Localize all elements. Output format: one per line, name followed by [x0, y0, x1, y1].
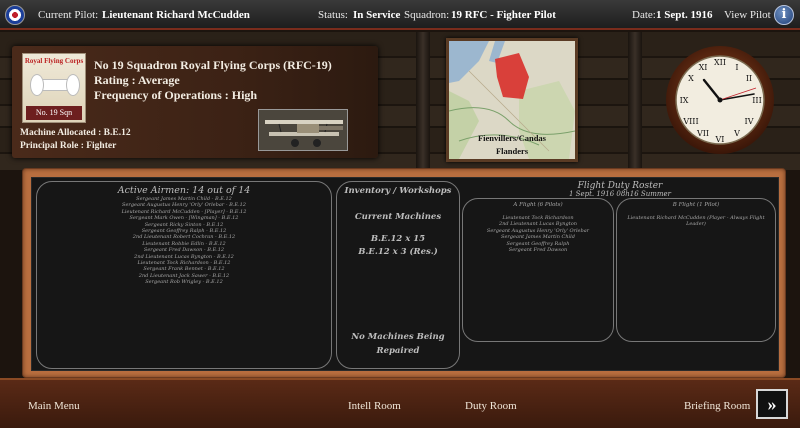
principal-role: Principal Role : Fighter — [20, 141, 117, 151]
svg-text:X: X — [688, 74, 694, 83]
reserve-machine-count: B.E.12 x 3 (Res.) — [358, 247, 438, 257]
current-pilot-name: Lieutenant Richard McCudden — [102, 9, 250, 21]
machine-count: B.E.12 x 15 — [370, 234, 426, 244]
operations-board: Active Airmen: 14 out of 14 Sergeant Jam… — [22, 168, 786, 378]
next-arrow-icon[interactable]: » — [756, 389, 788, 419]
duty-room-button[interactable]: Duty Room — [465, 400, 517, 412]
main-menu-button[interactable]: Main Menu — [28, 400, 80, 412]
squadron-value: 19 RFC - Fighter Pilot — [451, 9, 556, 21]
svg-text:IX: IX — [680, 96, 689, 105]
squadron-name: No 19 Squadron Royal Flying Corps (RFC-1… — [94, 58, 332, 72]
squadron-badge: Royal Flying Corps No. 19 Sqn — [22, 53, 86, 123]
a-flight-panel: A Flight (6 Pilots) Lieutenant Tock Rich… — [462, 198, 614, 342]
intell-room-button[interactable]: Intell Room — [348, 400, 401, 412]
active-airmen-panel: Active Airmen: 14 out of 14 Sergeant Jam… — [36, 181, 332, 369]
map-location: Fienvillers/Candas — [477, 133, 546, 143]
rfc-roundel-icon — [5, 5, 25, 25]
svg-text:II: II — [746, 74, 752, 83]
briefing-room-button[interactable]: Briefing Room — [684, 400, 750, 412]
biplane-icon — [259, 110, 347, 150]
clock-icon: XII I II III IV V VI VII VIII IX X XI — [666, 46, 774, 154]
list-item[interactable]: Sergeant Fred Dawson — [463, 247, 613, 253]
bottom-nav-bar: Main Menu Intell Room Duty Room Briefing… — [0, 378, 800, 428]
list-item[interactable]: Sergeant Rob Wrigley - B.E.12 — [37, 279, 331, 285]
b-flight-panel: B Flight (1 Pilot) Lieutenant Richard Mc… — [616, 198, 776, 342]
chalkboard: Active Airmen: 14 out of 14 Sergeant Jam… — [31, 177, 779, 371]
b-flight-header: B Flight (1 Pilot) — [672, 202, 720, 208]
status-label: Status: — [318, 9, 348, 21]
inventory-header: Inventory / Workshops — [344, 186, 452, 196]
a-flight-list: Lieutenant Tock Richardson 2nd Lieutenan… — [463, 215, 613, 253]
svg-text:XII: XII — [714, 58, 726, 67]
svg-text:V: V — [733, 129, 740, 138]
airfield-map[interactable]: Fienvillers/Candas Flanders — [446, 38, 578, 162]
date-value: 1 Sept. 1916 — [656, 9, 713, 21]
info-icon[interactable]: i — [774, 5, 794, 25]
svg-text:I: I — [735, 63, 738, 72]
date-label: Date: — [632, 9, 656, 21]
list-item[interactable]: Lieutenant Richard McCudden (Player - Al… — [617, 215, 775, 228]
current-machines-label: Current Machines — [354, 212, 442, 222]
repair-status-line2: Repaired — [376, 346, 420, 356]
a-flight-header: A Flight (6 Pilots) — [513, 202, 563, 208]
roster-date: 1 Sept. 1916 08h16 Summer — [568, 190, 672, 198]
current-pilot-label: Current Pilot: — [38, 9, 99, 21]
badge-number: No. 19 Sqn — [26, 106, 82, 120]
svg-text:XI: XI — [699, 63, 708, 72]
aircraft-image[interactable] — [258, 109, 348, 151]
svg-text:VII: VII — [696, 129, 709, 138]
wings-emblem-icon — [31, 75, 79, 95]
status-value: In Service — [353, 9, 401, 21]
squadron-label: Squadron: — [404, 9, 450, 21]
b-flight-list: Lieutenant Richard McCudden (Player - Al… — [617, 215, 775, 228]
inventory-panel: Inventory / Workshops Current Machines B… — [336, 181, 460, 369]
repair-status-line1: No Machines Being — [351, 332, 445, 342]
wall-clock: XII I II III IV V VI VII VIII IX X XI — [660, 44, 780, 156]
squadron-info-panel: Royal Flying Corps No. 19 Sqn No 19 Squa… — [12, 46, 378, 158]
wall-post — [416, 32, 430, 170]
airmen-list: Sergeant James Martin Child - B.E.12 Ser… — [37, 196, 331, 286]
svg-text:VIII: VIII — [682, 117, 698, 126]
wall-post — [628, 32, 642, 170]
badge-title: Royal Flying Corps — [24, 57, 84, 65]
operations-frequency: Frequency of Operations : High — [94, 88, 258, 102]
active-airmen-header: Active Airmen: 14 out of 14 — [117, 185, 251, 196]
squadron-rating: Rating : Average — [94, 73, 180, 87]
top-status-bar: Current Pilot: Lieutenant Richard McCudd… — [0, 0, 800, 30]
svg-text:IV: IV — [745, 117, 754, 126]
map-region: Flanders — [495, 146, 529, 156]
svg-text:III: III — [752, 96, 761, 105]
machine-allocated: Machine Allocated : B.E.12 — [20, 128, 131, 138]
svg-text:VI: VI — [715, 135, 725, 144]
view-pilot-link[interactable]: View Pilot — [724, 9, 771, 21]
